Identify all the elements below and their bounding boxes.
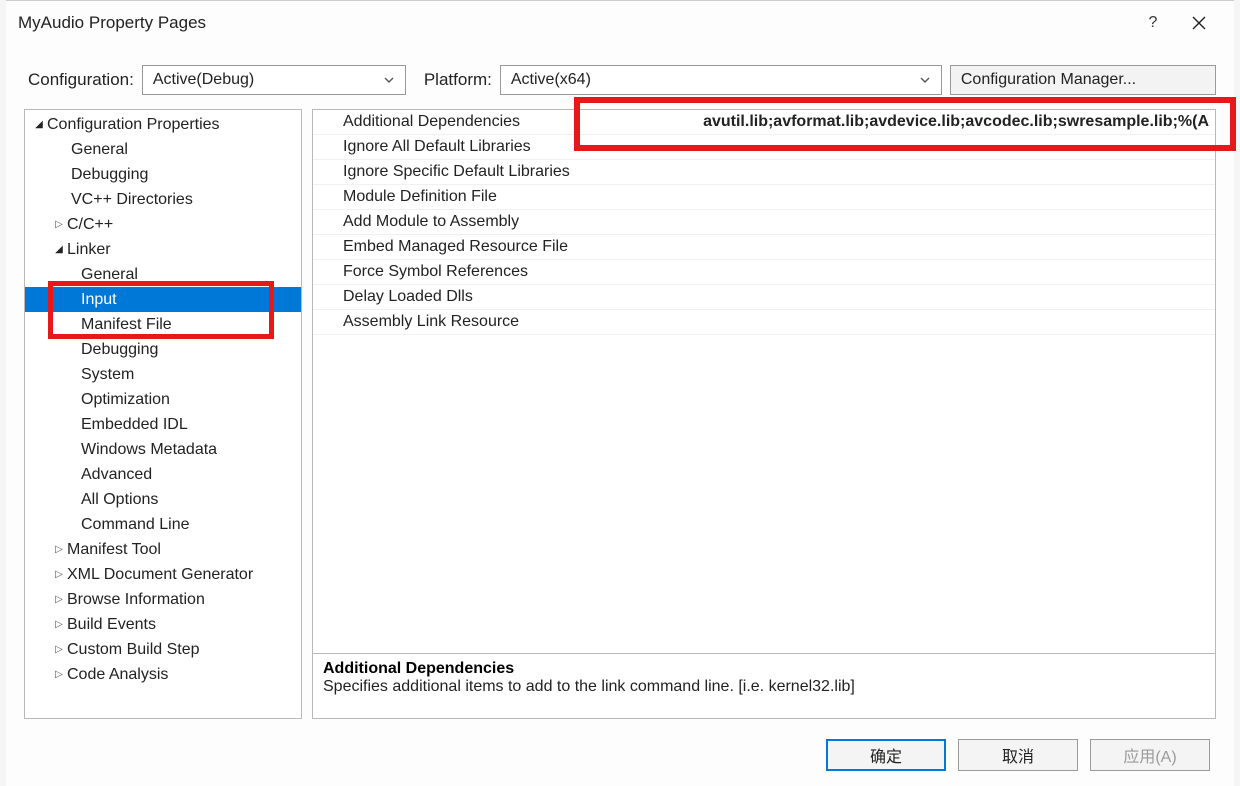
- configuration-label: Configuration:: [28, 70, 134, 90]
- tree-item[interactable]: Optimization: [25, 387, 301, 412]
- tree-item[interactable]: Debugging: [25, 162, 301, 187]
- chevron-down-icon: [919, 74, 931, 86]
- description-panel: Additional Dependencies Specifies additi…: [312, 653, 1216, 719]
- help-button[interactable]: ?: [1130, 7, 1176, 39]
- grid-row[interactable]: Module Definition File: [313, 185, 1215, 210]
- tree-item[interactable]: VC++ Directories: [25, 187, 301, 212]
- grid-row[interactable]: Assembly Link Resource: [313, 310, 1215, 335]
- close-button[interactable]: [1176, 7, 1222, 39]
- configuration-value: Active(Debug): [153, 71, 254, 89]
- apply-button: 应用(A): [1090, 739, 1210, 771]
- tree-item[interactable]: Command Line: [25, 512, 301, 537]
- cancel-button[interactable]: 取消: [958, 739, 1078, 771]
- tree-item[interactable]: General: [25, 137, 301, 162]
- config-row: Configuration: Active(Debug) Platform: A…: [6, 45, 1234, 109]
- tree-item[interactable]: ▷Build Events: [25, 612, 301, 637]
- grid-row[interactable]: Ignore Specific Default Libraries: [313, 160, 1215, 185]
- tree-item[interactable]: Advanced: [25, 462, 301, 487]
- configuration-select[interactable]: Active(Debug): [142, 65, 406, 95]
- tree-item[interactable]: Windows Metadata: [25, 437, 301, 462]
- additional-dependencies-value[interactable]: avutil.lib;avformat.lib;avdevice.lib;avc…: [633, 113, 1215, 131]
- tree-item-linker[interactable]: ◢Linker: [25, 237, 301, 262]
- ok-button[interactable]: 确定: [826, 739, 946, 771]
- tree-item[interactable]: ▷XML Document Generator: [25, 562, 301, 587]
- tree-item[interactable]: ▷Manifest Tool: [25, 537, 301, 562]
- tree-root[interactable]: ◢Configuration Properties: [25, 112, 301, 137]
- tree-item[interactable]: ▷Browse Information: [25, 587, 301, 612]
- dialog: MyAudio Property Pages ? Configuration: …: [6, 0, 1234, 786]
- grid-row[interactable]: Additional Dependenciesavutil.lib;avform…: [313, 110, 1215, 135]
- configuration-manager-button[interactable]: Configuration Manager...: [950, 65, 1216, 95]
- property-grid[interactable]: Additional Dependenciesavutil.lib;avform…: [312, 109, 1216, 654]
- tree-item[interactable]: System: [25, 362, 301, 387]
- grid-row[interactable]: Delay Loaded Dlls: [313, 285, 1215, 310]
- description-title: Additional Dependencies: [323, 660, 1205, 678]
- tree-item[interactable]: ▷Code Analysis: [25, 662, 301, 687]
- grid-row[interactable]: Ignore All Default Libraries: [313, 135, 1215, 160]
- tree-item[interactable]: Manifest File: [25, 312, 301, 337]
- platform-select[interactable]: Active(x64): [500, 65, 942, 95]
- tree[interactable]: ◢Configuration Properties General Debugg…: [24, 109, 302, 719]
- tree-item-cxx[interactable]: ▷C/C++: [25, 212, 301, 237]
- platform-label: Platform:: [424, 70, 492, 90]
- tree-item[interactable]: General: [25, 262, 301, 287]
- tree-item-linker-input[interactable]: Input: [25, 287, 301, 312]
- grid-row[interactable]: Embed Managed Resource File: [313, 235, 1215, 260]
- description-text: Specifies additional items to add to the…: [323, 678, 1205, 696]
- tree-item[interactable]: ▷Custom Build Step: [25, 637, 301, 662]
- grid-row[interactable]: Force Symbol References: [313, 260, 1215, 285]
- platform-value: Active(x64): [511, 71, 591, 89]
- titlebar: MyAudio Property Pages ?: [6, 1, 1234, 45]
- window-title: MyAudio Property Pages: [18, 13, 206, 33]
- tree-item[interactable]: All Options: [25, 487, 301, 512]
- tree-item[interactable]: Embedded IDL: [25, 412, 301, 437]
- tree-item[interactable]: Debugging: [25, 337, 301, 362]
- chevron-down-icon: [383, 74, 395, 86]
- grid-row[interactable]: Add Module to Assembly: [313, 210, 1215, 235]
